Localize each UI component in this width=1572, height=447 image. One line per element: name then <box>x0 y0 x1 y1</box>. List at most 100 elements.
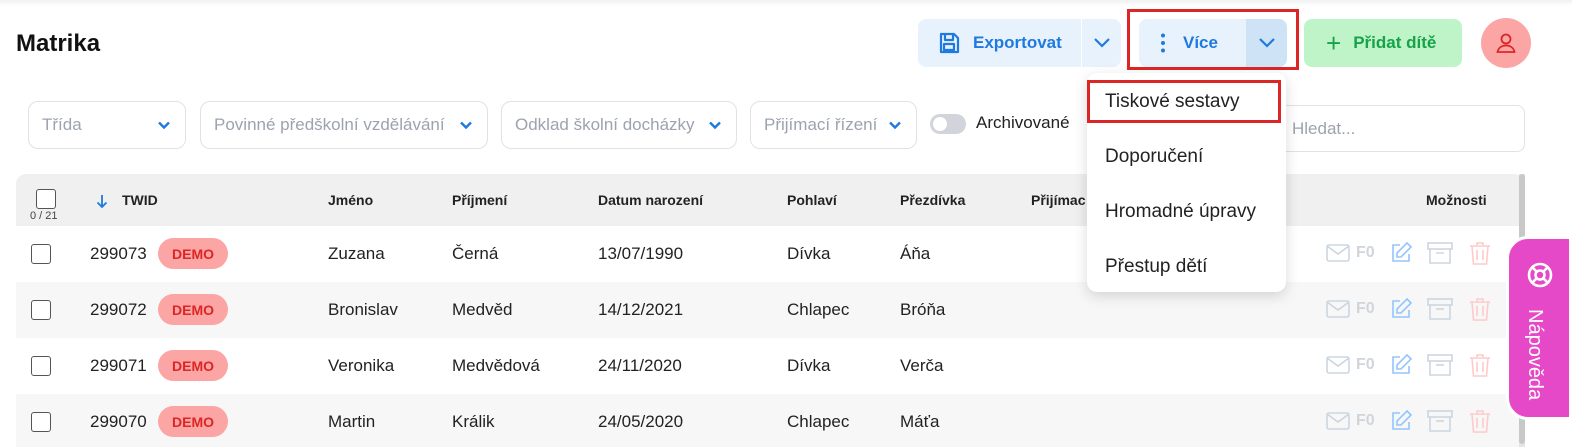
cell-nickname: Máťa <box>900 412 940 431</box>
cell-gender: Chlapec <box>787 300 850 319</box>
demo-badge: DEMO <box>158 238 228 269</box>
children-table: 0 / 21 TWID Jméno Příjmení Datum narozen… <box>16 174 1524 447</box>
row-actions: F0 <box>1326 297 1491 321</box>
column-header-twid[interactable]: TWID <box>122 192 158 208</box>
column-header-nickname[interactable]: Přezdívka <box>900 192 965 208</box>
cell-nickname: Áňa <box>900 244 931 263</box>
row-checkbox[interactable] <box>31 356 51 376</box>
column-header-gender[interactable]: Pohlaví <box>787 192 837 208</box>
demo-badge: DEMO <box>158 350 228 381</box>
row-actions: F0 <box>1326 409 1491 433</box>
help-tab[interactable]: Nápověda <box>1506 236 1572 420</box>
chevron-down-icon <box>1093 38 1110 48</box>
cell-last-name: Medvěd <box>452 300 513 319</box>
archived-toggle[interactable] <box>930 114 966 134</box>
chevron-down-icon <box>158 121 170 130</box>
archived-label: Archivované <box>976 113 1070 132</box>
plus-icon: + <box>1326 28 1342 58</box>
column-header-first-name[interactable]: Jméno <box>328 192 373 208</box>
mail-icon[interactable] <box>1326 300 1350 318</box>
topbar-shadow <box>0 0 1572 6</box>
mail-icon[interactable] <box>1326 356 1350 374</box>
menu-item-recommendations[interactable]: Doporučení <box>1105 146 1203 168</box>
cell-twid: 299073 <box>90 244 147 263</box>
search-input[interactable]: Hledat... <box>1270 105 1525 152</box>
cell-twid: 299071 <box>90 356 147 375</box>
table-row: 299072 DEMO Bronislav Medvěd 14/12/2021 … <box>16 282 1524 338</box>
cell-birth-date: 14/12/2021 <box>598 300 684 319</box>
trash-icon[interactable] <box>1469 297 1491 321</box>
demo-badge: DEMO <box>158 406 228 437</box>
filter-deferral-label: Odklad školní docházky <box>515 115 695 134</box>
edit-icon[interactable] <box>1389 297 1413 321</box>
mail-count: F0 <box>1356 412 1375 429</box>
export-button-group: Exportovat <box>918 19 1121 67</box>
column-header-birth-date[interactable]: Datum narození <box>598 192 703 208</box>
cell-birth-date: 13/07/1990 <box>598 244 684 263</box>
export-button[interactable]: Exportovat <box>918 19 1081 67</box>
cell-gender: Dívka <box>787 244 831 263</box>
select-all-checkbox[interactable] <box>36 189 56 209</box>
archive-icon[interactable] <box>1426 410 1453 432</box>
trash-icon[interactable] <box>1469 409 1491 433</box>
mail-icon[interactable] <box>1326 244 1350 262</box>
filter-class[interactable]: Třída <box>28 101 186 149</box>
menu-item-transfer-children[interactable]: Přestup dětí <box>1105 256 1207 278</box>
cell-first-name: Martin <box>328 412 376 431</box>
filter-deferral[interactable]: Odklad školní docházky <box>501 101 737 149</box>
column-header-last-name[interactable]: Příjmení <box>452 192 507 208</box>
help-label: Nápověda <box>1524 309 1546 401</box>
cell-birth-date: 24/05/2020 <box>598 412 684 431</box>
edit-icon[interactable] <box>1389 409 1413 433</box>
column-header-admission[interactable]: Přijímac <box>1031 192 1085 208</box>
selection-count: 0 / 21 <box>30 210 58 222</box>
edit-icon[interactable] <box>1389 241 1413 265</box>
cell-first-name: Zuzana <box>328 244 385 263</box>
export-dropdown-toggle[interactable] <box>1081 19 1121 67</box>
archive-icon[interactable] <box>1426 354 1453 376</box>
trash-icon[interactable] <box>1469 353 1491 377</box>
chevron-down-icon <box>460 121 472 130</box>
row-actions: F0 <box>1326 241 1491 265</box>
archive-icon[interactable] <box>1426 242 1453 264</box>
filter-admission-label: Přijímací řízení <box>764 115 878 134</box>
filter-preschool[interactable]: Povinné předškolní vzdělávání <box>200 101 488 149</box>
archive-icon[interactable] <box>1426 298 1453 320</box>
cell-last-name: Králik <box>452 412 495 431</box>
cell-last-name: Černá <box>452 244 499 263</box>
row-checkbox[interactable] <box>31 300 51 320</box>
export-label: Exportovat <box>973 33 1062 52</box>
cell-nickname: Verča <box>900 356 944 375</box>
table-row: 299071 DEMO Veronika Medvědová 24/11/202… <box>16 338 1524 394</box>
mail-icon[interactable] <box>1326 412 1350 430</box>
filter-class-label: Třída <box>42 115 82 134</box>
table-row: 299073 DEMO Zuzana Černá 13/07/1990 Dívk… <box>16 226 1524 282</box>
mail-count: F0 <box>1356 300 1375 317</box>
row-actions: F0 <box>1326 353 1491 377</box>
user-icon <box>1496 33 1516 53</box>
cell-twid: 299070 <box>90 412 147 431</box>
edit-icon[interactable] <box>1389 353 1413 377</box>
trash-icon[interactable] <box>1469 241 1491 265</box>
cell-first-name: Bronislav <box>328 300 398 319</box>
table-header: 0 / 21 TWID Jméno Příjmení Datum narozen… <box>16 174 1524 226</box>
cell-twid: 299072 <box>90 300 147 319</box>
row-checkbox[interactable] <box>31 412 51 432</box>
row-checkbox[interactable] <box>31 244 51 264</box>
menu-item-bulk-edits[interactable]: Hromadné úpravy <box>1105 201 1256 223</box>
page-title: Matrika <box>16 30 101 57</box>
cell-nickname: Bróňa <box>900 300 946 319</box>
chevron-down-icon <box>889 121 901 130</box>
mail-count: F0 <box>1356 356 1375 373</box>
sort-arrow-down-icon[interactable] <box>96 194 108 208</box>
more-button-highlight <box>1127 9 1299 70</box>
add-child-label: Přidat dítě <box>1353 33 1437 52</box>
cell-gender: Dívka <box>787 356 831 375</box>
filter-preschool-label: Povinné předškolní vzdělávání <box>214 115 445 134</box>
add-child-button[interactable]: + Přidat dítě <box>1304 19 1462 67</box>
user-avatar[interactable] <box>1481 18 1531 68</box>
mail-count: F0 <box>1356 244 1375 261</box>
page: Matrika Exportovat Více + Přidat dítě Tř… <box>0 0 1572 447</box>
print-reports-highlight <box>1087 80 1281 123</box>
filter-admission[interactable]: Přijímací řízení <box>750 101 917 149</box>
